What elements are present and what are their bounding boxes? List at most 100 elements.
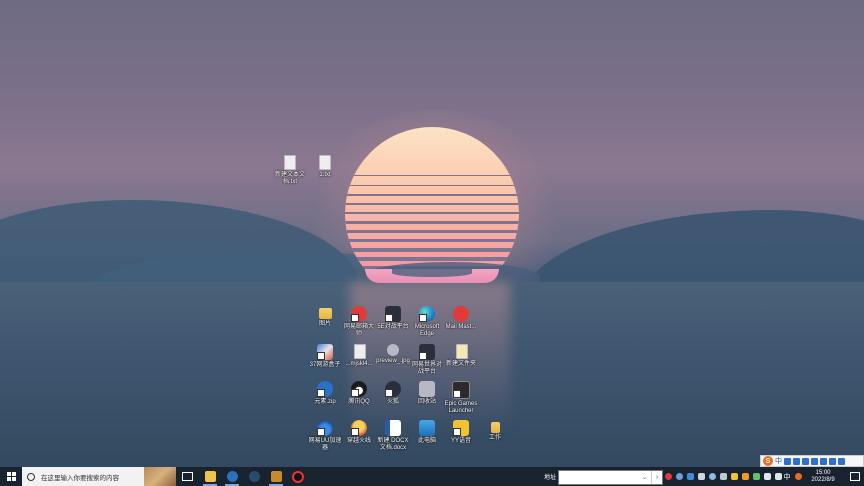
desktop-icon-work-folder[interactable]: 工作: [478, 420, 512, 442]
tray-mail[interactable]: [729, 467, 739, 486]
text-file-icon: [319, 155, 331, 170]
folder-icon: [318, 308, 332, 319]
address-input[interactable]: ⌄ ›: [558, 470, 663, 485]
tray-network[interactable]: [762, 467, 772, 486]
emoji-icon[interactable]: [793, 457, 800, 465]
microphone-icon[interactable]: [802, 457, 809, 465]
task-view-icon: [181, 472, 193, 481]
zip-icon: [317, 381, 333, 397]
obs-icon: [292, 470, 304, 483]
address-toolbar-label: 地址: [543, 475, 556, 481]
notification-center-button[interactable]: [846, 467, 864, 486]
mail-master-icon: [453, 306, 469, 322]
microphone-tray-icon: [697, 473, 705, 480]
desktop-icon-5e-platform[interactable]: 5E对战平台: [376, 306, 410, 331]
chevron-down-icon[interactable]: ⌄: [642, 474, 647, 481]
desktop-icon-browser[interactable]: 火狐: [376, 381, 410, 406]
taskbar: 在这里输入你要搜索的内容 地址 ⌄ › 中 15:00 2022/8/9: [0, 467, 864, 486]
tray-language[interactable]: 中: [782, 467, 792, 486]
search-highlight-image: [144, 467, 176, 486]
5e-platform-icon: [385, 306, 401, 322]
volume-icon: [774, 473, 782, 480]
skin-icon[interactable]: [820, 457, 827, 465]
taskbar-game[interactable]: [266, 467, 286, 486]
share-tray-icon: [719, 473, 727, 480]
desktop-icon-1-txt[interactable]: 1.txt: [308, 155, 342, 179]
computer-icon: [419, 420, 435, 436]
desktop-icon-pictures[interactable]: 图片: [308, 306, 342, 328]
desktop-icon-epic-games[interactable]: Epic Games Launcher: [444, 381, 478, 415]
desktop-icon-37-game-box[interactable]: 37网游盒子: [308, 344, 342, 369]
start-button[interactable]: [0, 467, 22, 486]
desktop-icon-qq[interactable]: 腾讯QQ: [342, 381, 376, 406]
epic-games-icon: [452, 381, 470, 399]
desktop-icon-mail-master-2[interactable]: Mail Mast...: [444, 306, 478, 331]
netease-platform-icon: [419, 344, 435, 360]
tray-network-share[interactable]: [718, 467, 728, 486]
desktop-icon-this-pc[interactable]: 此电脑: [410, 420, 444, 445]
taskbar-browser[interactable]: [222, 467, 242, 486]
desktop-icon-new-text-file[interactable]: 新建文本文档.txt: [273, 155, 307, 186]
uu-tray-icon: [686, 473, 694, 480]
mail-tray-icon: [730, 473, 738, 480]
horizon-island: [392, 269, 472, 277]
tray-expand[interactable]: [751, 467, 761, 486]
search-placeholder: 在这里输入你要搜索的内容: [41, 474, 119, 482]
search-box[interactable]: 在这里输入你要搜索的内容: [22, 467, 176, 486]
taskbar-file-explorer[interactable]: [200, 467, 220, 486]
clock[interactable]: 15:00 2022/8/9: [800, 467, 846, 486]
desktop-icon-netease-platform[interactable]: 网易世界对战平台: [410, 344, 444, 376]
recycle-bin-icon: [419, 381, 435, 397]
keyboard-icon[interactable]: [811, 457, 818, 465]
windows-logo-icon: [6, 472, 16, 481]
qq-tray-icon: [708, 473, 716, 480]
taskbar-obs[interactable]: [288, 467, 308, 486]
steam-tray-icon: [675, 473, 683, 480]
desktop-icon-docx[interactable]: 新建 DOCX 文档.docx: [376, 420, 410, 452]
uu-accelerator-icon: [317, 420, 333, 436]
go-arrow-icon[interactable]: ›: [651, 471, 662, 484]
clock-date: 2022/8/9: [811, 476, 835, 483]
search-icon: [27, 472, 35, 481]
taskbar-steam[interactable]: [244, 467, 264, 486]
ime-language[interactable]: 中: [775, 456, 782, 466]
desktop-icon-edge[interactable]: Microsoft Edge: [410, 306, 444, 338]
desktop-icon-preview-jpg[interactable]: preview_.jpg: [376, 344, 410, 365]
punctuation-icon[interactable]: [784, 457, 791, 465]
shield-tray-icon: [741, 473, 749, 480]
tray-shield[interactable]: [740, 467, 750, 486]
word-file-icon: [385, 420, 401, 436]
record-icon: [664, 473, 672, 480]
ime-toolbar[interactable]: S 中: [760, 455, 864, 467]
desktop-icon-new-folder[interactable]: 新建文件夹: [444, 344, 478, 368]
tray-qq[interactable]: [707, 467, 717, 486]
file-icon: [354, 344, 366, 359]
edge-icon: [419, 306, 435, 322]
grid-menu-icon[interactable]: [838, 457, 845, 465]
desktop-icon-mail-master[interactable]: 网易邮箱大师: [342, 306, 376, 338]
tray-steam[interactable]: [674, 467, 684, 486]
game-box-icon: [317, 344, 333, 360]
steam-icon: [248, 471, 260, 482]
desktop-icon-zip[interactable]: 元素.zip: [308, 381, 342, 406]
tray-mic[interactable]: [696, 467, 706, 486]
crossfire-icon: [351, 420, 367, 436]
notification-icon: [850, 472, 860, 481]
chevron-up-icon: [752, 473, 760, 480]
text-file-icon: [284, 155, 296, 170]
folder-icon: [456, 344, 468, 359]
mail-master-icon: [351, 306, 367, 322]
tray-record[interactable]: [663, 467, 673, 486]
desktop-icon-recycle-bin[interactable]: 回收站: [410, 381, 444, 406]
sogou-logo-icon[interactable]: S: [763, 456, 773, 466]
task-view-button[interactable]: [178, 467, 196, 486]
file-explorer-icon: [204, 471, 216, 482]
desktop-icon-crossfire[interactable]: 穿越火线: [342, 420, 376, 445]
desktop-icon-file[interactable]: ...mjskl4...: [342, 344, 376, 368]
desktop[interactable]: 新建文本文档.txt 1.txt 图片 网易邮箱大师 5E对战平台 Micros…: [0, 0, 864, 467]
yy-voice-icon: [453, 420, 469, 436]
desktop-icon-yy-voice[interactable]: YY语音: [444, 420, 478, 445]
toolbox-icon[interactable]: [829, 457, 836, 465]
tray-uu[interactable]: [685, 467, 695, 486]
desktop-icon-uu-accelerator[interactable]: 网易UU加速器: [308, 420, 342, 452]
